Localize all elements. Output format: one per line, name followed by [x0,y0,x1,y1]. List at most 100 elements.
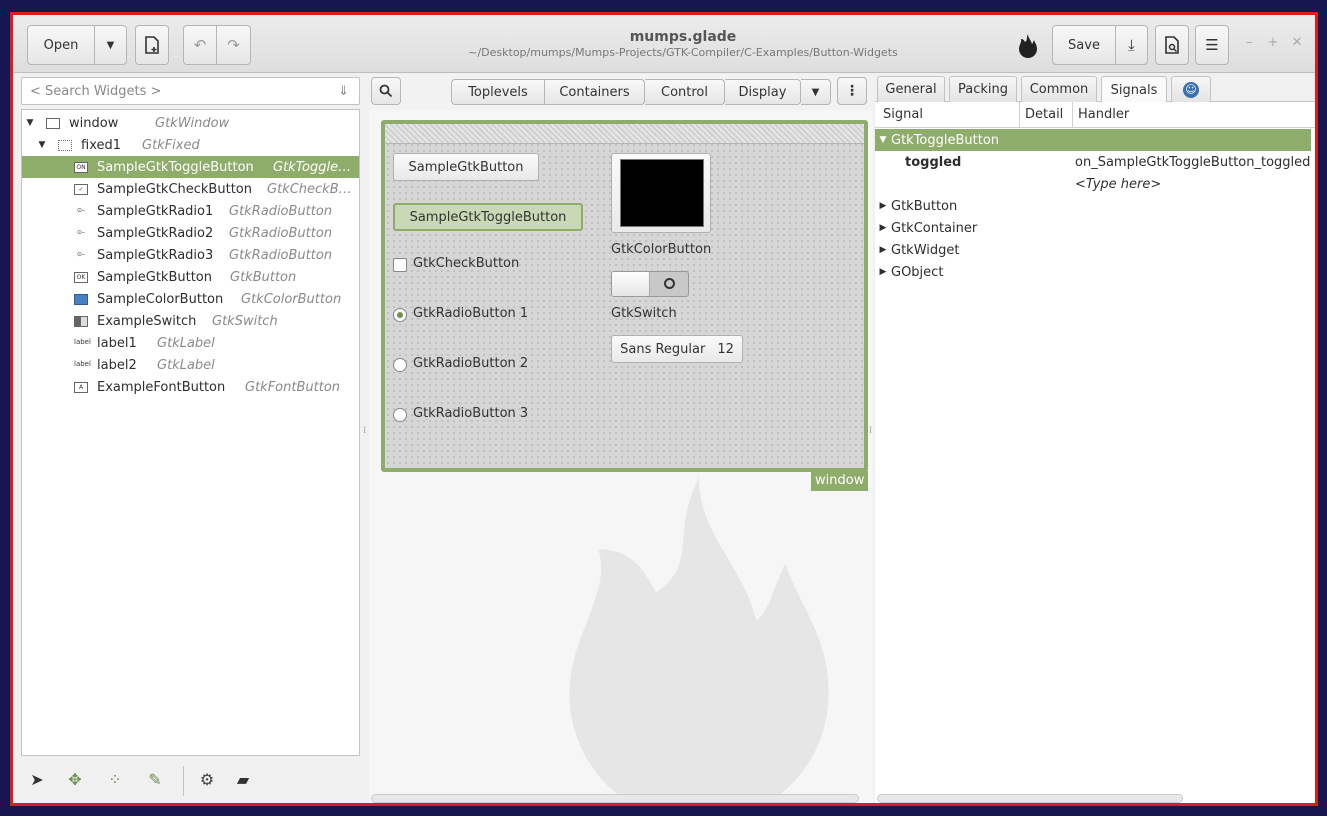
signal-class-name: GtkContainer [891,220,978,236]
minimize-icon[interactable]: – [1241,35,1257,51]
switch-off-icon [664,278,675,289]
gtk-window-preview[interactable]: SampleGtkButton SampleGtkToggleButton Gt… [381,120,868,472]
tree-row-name: SampleGtkRadio2 [97,225,214,241]
expander-icon[interactable]: ▼ [36,140,48,150]
column-handler[interactable]: Handler [1078,107,1129,122]
hamburger-menu-icon: ☰ [1205,36,1219,54]
open-button[interactable]: Open [27,25,95,65]
move-icon[interactable]: ✥ [65,770,85,790]
signal-class-row[interactable]: ▼ GtkToggleButton [875,129,1311,151]
gtk-window-titlebar [385,124,864,144]
tree-row-label2[interactable]: label label2 GtkLabel [22,354,359,376]
palette-containers[interactable]: Containers [545,79,645,105]
sample-gtk-toggle-button[interactable]: SampleGtkToggleButton [393,203,583,231]
pin-icon[interactable]: ✎ [145,770,165,790]
palette-control-label: Control [661,84,708,100]
expander-icon[interactable]: ▶ [875,223,891,233]
save-as-button[interactable]: ⤓ [1116,25,1148,65]
settings-gears-icon[interactable]: ⚙ [197,770,217,790]
tree-row-sample-toggle-button[interactable]: ON SampleGtkToggleButton GtkToggle… [22,156,359,178]
save-button[interactable]: Save [1052,25,1116,65]
canvas-horizontal-scrollbar[interactable] [371,794,859,803]
main-menu-button[interactable]: ☰ [1195,25,1229,65]
palette-toplevels[interactable]: Toplevels [451,79,545,105]
expander-icon[interactable]: ▶ [875,245,891,255]
pointer-icon[interactable]: ➤ [27,770,47,790]
close-icon[interactable]: ✕ [1289,35,1305,51]
column-detail[interactable]: Detail [1025,107,1063,122]
redo-button[interactable]: ↷ [217,25,251,65]
signal-row-toggled[interactable]: toggled on_SampleGtkToggleButton_toggled [875,151,1311,173]
tab-signals[interactable]: Signals [1101,76,1167,103]
tab-common-label: Common [1029,82,1089,97]
tree-row-class: GtkButton [230,269,297,285]
sample-gtk-button[interactable]: SampleGtkButton [393,153,539,181]
save-button-label: Save [1068,37,1100,53]
search-options-icon[interactable]: ⇓ [338,84,349,99]
signal-class-row[interactable]: ▶ GObject [875,261,1311,283]
properties-tabs: General Packing Common Signals ☺ [875,74,1315,103]
redo-icon: ↷ [227,36,240,54]
left-pane-grip[interactable]: ⁞ [363,426,367,436]
expander-icon[interactable]: ▶ [875,201,891,211]
gtk-font-button[interactable]: Sans Regular 12 [611,335,743,363]
tree-row-name: fixed1 [81,137,122,153]
tab-general[interactable]: General [877,76,945,102]
tree-row-class: GtkRadioButton [229,247,333,263]
gtk-switch-label: GtkSwitch [611,306,677,321]
tree-row-example-font-button[interactable]: A ExampleFontButton GtkFontButton [22,376,359,398]
type-here-placeholder[interactable]: <Type here> [1075,177,1161,192]
tree-row-fixed1[interactable]: ▼ fixed1 GtkFixed [22,134,359,156]
new-project-button[interactable] [135,25,169,65]
editor-mode-toolbar: ➤ ✥ ⁘ ✎ ⚙ ▰ [21,760,361,800]
signal-row-new[interactable]: <Type here> [875,173,1311,195]
signals-horizontal-scrollbar[interactable] [877,794,1183,803]
tree-row-name: SampleGtkToggleButton [97,159,254,175]
undo-button[interactable]: ↶ [183,25,217,65]
open-recent-dropdown[interactable]: ▼ [95,25,127,65]
tree-row-example-switch[interactable]: ExampleSwitch GtkSwitch [22,310,359,332]
palette-more-dropdown[interactable]: ▼ [801,79,831,105]
eraser-icon[interactable]: ▰ [233,770,253,790]
widget-tree: ▼ window GtkWindow ▼ fixed1 GtkFixed ON … [21,109,360,756]
gtk-radio-button-1[interactable] [393,308,407,322]
search-widgets-input[interactable]: < Search Widgets > ⇓ [21,77,360,105]
gtk-color-button[interactable] [611,153,711,233]
palette-display[interactable]: Display [725,79,801,105]
sample-gtk-toggle-button-label: SampleGtkToggleButton [409,209,567,225]
grid-select-icon[interactable]: ⁘ [105,770,125,790]
expander-icon[interactable]: ▼ [875,135,891,145]
tree-row-sample-check-button[interactable]: ✓ SampleGtkCheckButton GtkCheckBu… [22,178,359,200]
tree-row-class: GtkCheckBu… [267,181,353,197]
maximize-icon[interactable]: + [1265,35,1281,51]
tree-row-sample-radio3[interactable]: ⊙– SampleGtkRadio3 GtkRadioButton [22,244,359,266]
tree-row-sample-radio2[interactable]: ⊙– SampleGtkRadio2 GtkRadioButton [22,222,359,244]
column-signal[interactable]: Signal [883,107,923,122]
design-area: Toplevels Containers Control Display ▼ ⋮… [369,74,873,803]
gtk-switch[interactable] [611,271,689,297]
gtk-check-button-box[interactable] [393,258,407,272]
signal-class-row[interactable]: ▶ GtkContainer [875,217,1311,239]
properties-panel: General Packing Common Signals ☺ Signal … [875,74,1315,803]
gtk-radio-button-3[interactable] [393,408,407,422]
palette-options-button[interactable]: ⋮ [837,77,867,105]
palette-control[interactable]: Control [645,79,725,105]
right-pane-grip[interactable]: ⁞ [869,426,873,436]
tree-row-label1[interactable]: label label1 GtkLabel [22,332,359,354]
expander-icon[interactable]: ▶ [875,267,891,277]
tab-packing[interactable]: Packing [949,76,1017,102]
tab-accessibility[interactable]: ☺ [1171,76,1211,102]
switch-icon [74,315,88,327]
tree-row-sample-color-button[interactable]: SampleColorButton GtkColorButton [22,288,359,310]
tree-row-sample-radio1[interactable]: ⊙– SampleGtkRadio1 GtkRadioButton [22,200,359,222]
gtk-radio-button-2[interactable] [393,358,407,372]
tree-row-sample-button[interactable]: OK SampleGtkButton GtkButton [22,266,359,288]
signal-class-row[interactable]: ▶ GtkWidget [875,239,1311,261]
signal-class-row[interactable]: ▶ GtkButton [875,195,1311,217]
preview-button[interactable] [1155,25,1189,65]
expander-icon[interactable]: ▼ [24,118,36,128]
tab-common[interactable]: Common [1021,76,1097,102]
tree-row-window[interactable]: ▼ window GtkWindow [22,112,359,134]
signal-handler[interactable]: on_SampleGtkToggleButton_toggled [1075,155,1310,170]
palette-search-button[interactable] [371,77,401,105]
